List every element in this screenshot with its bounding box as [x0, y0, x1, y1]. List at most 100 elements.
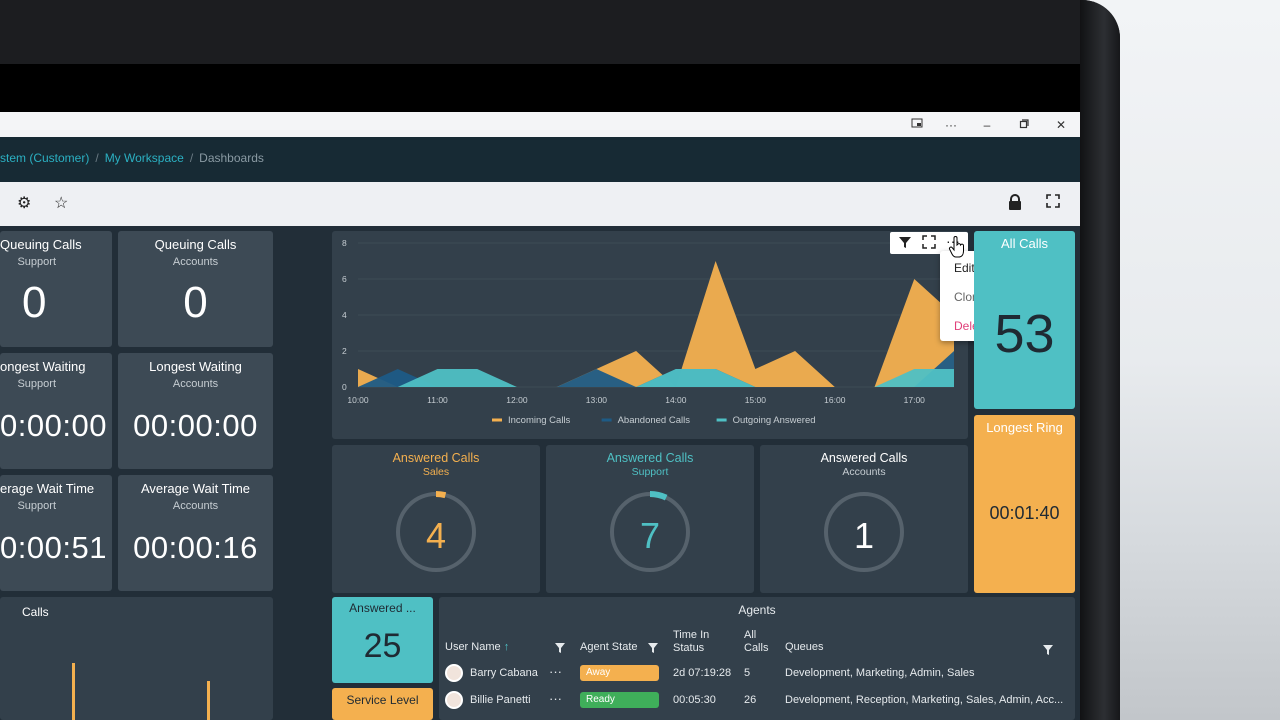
gauge-title: Answered Calls: [392, 451, 480, 465]
screen-top-band: [0, 64, 1080, 112]
tile-subtitle: Support: [17, 378, 56, 390]
hand-cursor-icon: [948, 236, 966, 263]
star-icon[interactable]: ☆: [54, 194, 68, 214]
gauge-answered-sales[interactable]: Answered Calls Sales 4: [332, 445, 540, 593]
column-header-time-in-status[interactable]: Time In Status: [673, 629, 719, 655]
legend-label[interactable]: Incoming Calls: [508, 415, 571, 426]
tile-value: 0: [183, 278, 208, 327]
tile-title: Average Wait Time: [140, 481, 251, 496]
lock-icon[interactable]: [1008, 194, 1022, 216]
menu-item-edit[interactable]: Edit: [954, 261, 975, 275]
tile-longest-waiting-accounts[interactable]: Longest Waiting Accounts 00:00:00: [118, 353, 273, 469]
tile-value: 0: [22, 278, 47, 327]
calls-panel-title: Calls: [22, 605, 49, 619]
tile-title: Queuing Calls: [0, 237, 82, 252]
restore-icon[interactable]: [1015, 116, 1033, 134]
calls-chart-panel[interactable]: 0 2 4 6 8 10:00 11:00 12:00 13:00 14:00 15:00 16:00…: [332, 231, 968, 439]
avatar: [445, 664, 463, 682]
filter-icon[interactable]: [648, 640, 658, 658]
x-tick-label: 16:00: [824, 395, 846, 405]
all-calls-count: 5: [744, 667, 751, 679]
calls-panel[interactable]: Calls: [0, 597, 273, 720]
filter-icon[interactable]: [1043, 642, 1053, 660]
column-header-user-name[interactable]: User Name ↑: [445, 641, 509, 654]
dashboard-toolbar: ⚙ ☆: [0, 182, 1080, 226]
gauge-title: Answered Calls: [606, 451, 694, 465]
legend-label[interactable]: Abandoned Calls: [618, 415, 691, 426]
breadcrumb-item-dashboards: Dashboards: [199, 151, 264, 165]
tile-value: 53: [994, 304, 1055, 364]
tile-title: All Calls: [1001, 236, 1048, 251]
x-tick-label: 11:00: [427, 395, 448, 405]
breadcrumb-bar: stem (Customer) / My Workspace / Dashboards: [0, 137, 1080, 182]
gauge-subtitle: Sales: [422, 466, 450, 478]
avatar: [445, 691, 463, 709]
tile-subtitle: Support: [17, 256, 56, 268]
calls-bar: [72, 663, 75, 720]
tile-subtitle: Accounts: [172, 500, 219, 512]
x-tick-label: 13:00: [586, 395, 608, 405]
tile-value: 25: [363, 627, 402, 665]
fullscreen-icon[interactable]: [1046, 194, 1060, 214]
tile-queuing-accounts[interactable]: Queuing Calls Accounts 0: [118, 231, 273, 347]
agent-name[interactable]: Billie Panetti: [470, 694, 531, 706]
x-tick-label: 12:00: [506, 395, 528, 405]
time-in-status: 2d 07:19:28: [673, 667, 732, 679]
column-header-all-calls[interactable]: All Calls: [744, 629, 774, 655]
agent-state-badge: Ready: [580, 692, 659, 708]
tile-title: Longest Ring: [986, 420, 1063, 435]
tile-value: 00:00:00: [133, 408, 258, 443]
tile-longest-ring[interactable]: Longest Ring 00:01:40: [974, 415, 1075, 593]
tile-answered-small[interactable]: Answered ... 25: [332, 597, 433, 683]
agents-table-panel: Agents User Name ↑ Agent State Time In S…: [439, 597, 1075, 720]
tile-service-level[interactable]: Service Level: [332, 688, 433, 720]
gauge-value: 7: [639, 515, 661, 556]
tile-value: 0:00:51: [0, 530, 107, 565]
row-more-icon[interactable]: ···: [549, 664, 562, 679]
tile-title: ongest Waiting: [0, 359, 86, 374]
breadcrumb-item-system[interactable]: stem (Customer): [0, 151, 89, 165]
breadcrumb-item-my-workspace[interactable]: My Workspace: [105, 151, 184, 165]
tile-longest-waiting-support[interactable]: ongest Waiting Support 0:00:00: [0, 353, 112, 469]
agent-name[interactable]: Barry Cabana: [470, 667, 538, 679]
filter-icon[interactable]: [555, 640, 565, 658]
all-calls-count: 26: [744, 694, 757, 706]
gauge-value: 4: [425, 515, 447, 556]
tile-title: erage Wait Time: [0, 481, 95, 496]
x-tick-label: 15:00: [745, 395, 767, 405]
window-title-bar: ··· – ✕: [0, 112, 1080, 137]
agent-queues: Development, Marketing, Admin, Sales: [785, 667, 975, 679]
tile-average-wait-accounts[interactable]: Average Wait Time Accounts 00:00:16: [118, 475, 273, 591]
agent-state-badge: Away: [580, 665, 659, 681]
close-icon[interactable]: ✕: [1052, 116, 1070, 134]
tile-queuing-support[interactable]: Queuing Calls Support 0: [0, 231, 112, 347]
tile-value: 0:00:00: [0, 408, 107, 443]
calls-area-chart: 0 2 4 6 8 10:00 11:00 12:00 13:00 14:00 15:00 16:00…: [342, 238, 954, 426]
x-tick-label: 17:00: [904, 395, 926, 405]
tile-title: Longest Waiting: [149, 359, 242, 374]
more-icon[interactable]: ···: [942, 116, 960, 134]
tile-subtitle: Accounts: [172, 378, 219, 390]
column-header-queues[interactable]: Queues: [785, 641, 824, 654]
tile-average-wait-support[interactable]: erage Wait Time Support 0:00:51: [0, 475, 112, 591]
y-tick-label: 0: [342, 382, 347, 392]
tile-title: Queuing Calls: [154, 237, 237, 252]
expand-icon[interactable]: [922, 235, 936, 254]
tile-title: Service Level: [346, 693, 419, 707]
gauge-answered-accounts[interactable]: Answered Calls Accounts 1: [760, 445, 968, 593]
gauge-answered-support[interactable]: Answered Calls Support 7: [546, 445, 754, 593]
tile-all-calls[interactable]: All Calls 53: [974, 231, 1075, 409]
y-tick-label: 6: [342, 274, 347, 284]
column-header-agent-state[interactable]: Agent State: [580, 641, 638, 654]
gauge-subtitle: Support: [631, 466, 669, 478]
tile-subtitle: Accounts: [172, 256, 219, 268]
filter-icon[interactable]: [898, 235, 912, 254]
cast-icon[interactable]: [908, 116, 926, 134]
tile-title: Answered ...: [349, 601, 416, 615]
legend-label[interactable]: Outgoing Answered: [733, 415, 816, 426]
gauge-title: Answered Calls: [820, 451, 908, 465]
gear-icon[interactable]: ⚙: [17, 194, 31, 214]
y-tick-label: 8: [342, 238, 347, 248]
row-more-icon[interactable]: ···: [549, 691, 562, 706]
minimize-icon[interactable]: –: [978, 116, 996, 134]
